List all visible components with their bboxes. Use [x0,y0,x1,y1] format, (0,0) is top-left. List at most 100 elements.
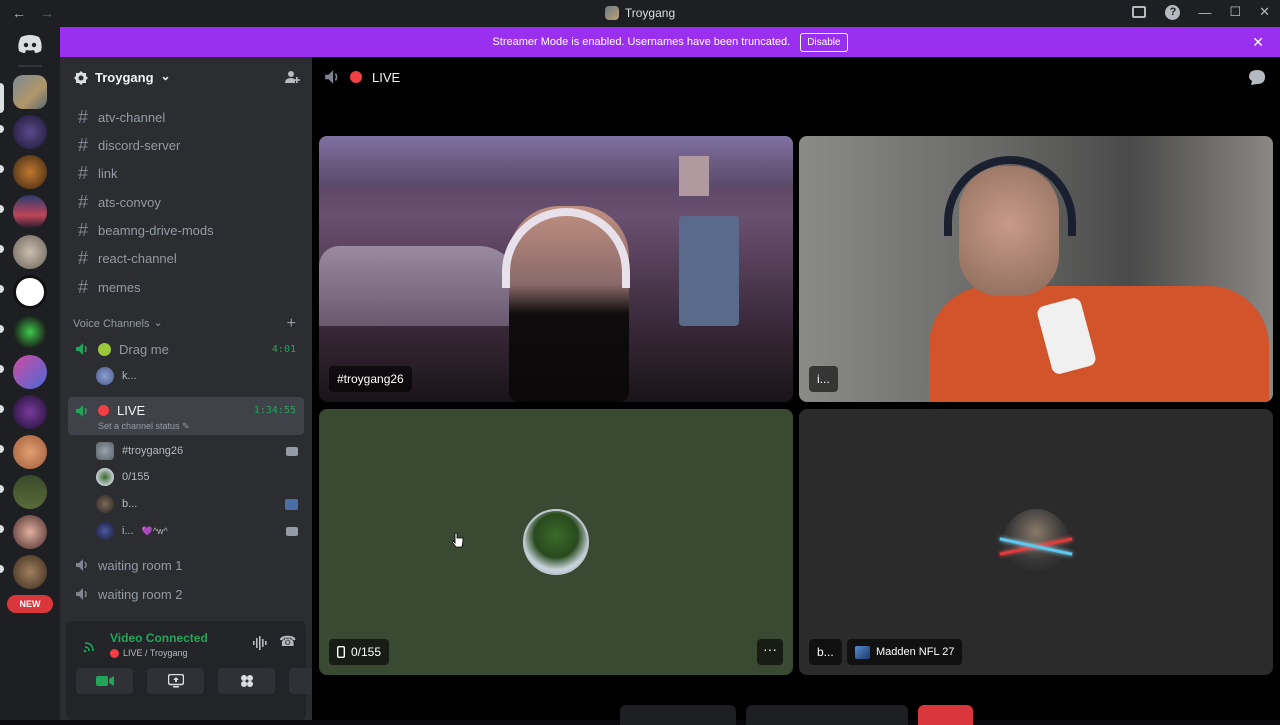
room-ceiling [319,136,793,186]
screen-share-icon [167,674,184,688]
stage-channel-name: LIVE [372,69,401,85]
maximize-button[interactable]: ☐ [1229,4,1241,20]
connection-status[interactable]: Video Connected [110,631,208,645]
channel-discord-server[interactable]: # discord-server [68,132,304,158]
camera-button[interactable] [76,668,133,694]
hash-icon: # [77,219,88,240]
bottom-control-group[interactable] [746,705,908,725]
tree-avatar [523,509,589,575]
add-user-icon[interactable] [284,69,300,88]
activities-button[interactable] [218,668,275,694]
poster-shape [679,156,709,196]
voice-category-header[interactable]: Voice Channels ⌄ [73,317,163,331]
speaker-icon [74,403,90,419]
server-icon-10[interactable] [13,435,47,469]
channel-atv-channel[interactable]: # atv-channel [68,104,304,130]
banner-text: Streamer Mode is enabled. Usernames have… [492,36,791,48]
channel-label: atv-channel [98,109,166,125]
unread-pill [0,485,4,493]
unread-pill [0,445,4,453]
title-bar: ← → Troygang ? — ☐ ✕ [0,0,1280,27]
green-apple-emoji [98,342,111,356]
soundboard-wave-icon[interactable] [252,636,268,653]
voice-channel-waiting-room-1[interactable]: waiting room 1 [68,552,304,578]
speaker-icon [74,341,90,357]
video-tile[interactable]: #troygang26 [319,136,793,402]
channel-react-channel[interactable]: # react-channel [68,245,304,271]
rail-separator [18,65,42,67]
channel-label: react-channel [98,250,177,266]
voice-timer: 4:01 [271,343,296,355]
voice-user[interactable]: 0/155 [96,465,304,489]
disable-button[interactable]: Disable [800,32,848,52]
voice-channel-label: Drag me [119,341,169,357]
avatar-tile[interactable]: b... Madden NFL 27 [799,409,1273,675]
guild-header[interactable]: Troygang ⌄ [60,57,312,98]
voice-channel-waiting-room-2[interactable]: waiting room 2 [68,581,304,607]
active-server-pill [0,83,4,113]
close-window-button[interactable]: ✕ [1259,4,1270,20]
server-icon-9[interactable] [13,395,47,429]
voice-stage: LIVE #troygang26 i... 0/155 ··· b... Mad… [312,57,1280,725]
avatar-tile[interactable]: 0/155 ··· [319,409,793,675]
tile-name-tag: #troygang26 [329,366,412,392]
window-title-text: Troygang [624,6,676,20]
server-icon-8[interactable] [13,355,47,389]
game-name: Madden NFL 27 [876,646,955,658]
server-icon-5[interactable] [13,235,47,269]
close-banner-icon[interactable]: ✕ [1252,34,1264,51]
rocket-activities-icon [240,675,253,687]
voice-user[interactable]: i... 💜^w^ [96,519,304,543]
server-icon-7[interactable] [13,315,47,349]
end-call-button[interactable] [918,705,973,725]
minimize-button[interactable]: — [1198,5,1211,20]
connection-location-text: LIVE / Troygang [123,648,188,658]
server-icon-11[interactable] [13,475,47,509]
video-tile[interactable]: i... [799,136,1273,402]
more-options-icon[interactable]: ··· [757,639,783,665]
disconnect-icon[interactable]: ☎ [279,633,296,650]
channel-ats-convoy[interactable]: # ats-convoy [68,189,304,215]
server-icon-3[interactable] [13,155,47,189]
tile-name: 0/155 [351,645,382,659]
voice-user-name: 0/155 [122,471,150,483]
voice-channel-label: waiting room 2 [98,586,183,602]
server-icon-12[interactable] [13,515,47,549]
camera-icon [286,526,298,536]
voice-user[interactable]: b... [96,492,304,516]
channel-memes[interactable]: # memes [68,274,304,300]
game-icon [285,498,298,510]
server-icon-4[interactable] [13,195,47,229]
unread-pill [0,525,4,533]
voice-user[interactable]: #troygang26 [96,439,304,463]
discord-home-icon[interactable] [12,29,48,59]
voice-action-buttons [76,668,346,694]
voice-channel-live[interactable]: LIVE 1:34:55 Set a channel status ✎ [68,397,304,435]
server-icon-13[interactable] [13,555,47,589]
speaker-icon [324,69,340,85]
screen-share-button[interactable] [147,668,204,694]
avatar [96,442,114,460]
add-voice-channel-icon[interactable]: + [287,315,296,333]
connection-location[interactable]: LIVE / Troygang [110,648,188,658]
voice-user[interactable]: k... [96,364,304,388]
hash-icon: # [77,276,88,297]
new-badge: NEW [7,595,53,613]
voice-channel-drag-me[interactable]: Drag me 4:01 [68,336,304,362]
channel-beamng-drive-mods[interactable]: # beamng-drive-mods [68,217,304,243]
bottom-control-group[interactable] [620,705,736,725]
help-icon[interactable]: ? [1165,4,1181,20]
chat-bubble-icon[interactable] [1248,69,1266,89]
voice-channel-label: waiting room 1 [98,557,183,573]
channel-status[interactable]: Set a channel status ✎ [98,421,190,432]
server-troygang-icon[interactable] [13,75,47,109]
tile-name-tag: b... [809,639,842,665]
server-fox-den-icon[interactable] [13,115,47,149]
signal-icon[interactable] [83,639,97,658]
inbox-icon[interactable] [1131,4,1147,20]
hash-icon: # [77,247,88,268]
channel-link[interactable]: # link [68,160,304,186]
guild-name: Troygang [95,70,154,85]
server-lil-lane-icon[interactable] [13,275,47,309]
voice-timer: 1:34:55 [253,405,296,416]
